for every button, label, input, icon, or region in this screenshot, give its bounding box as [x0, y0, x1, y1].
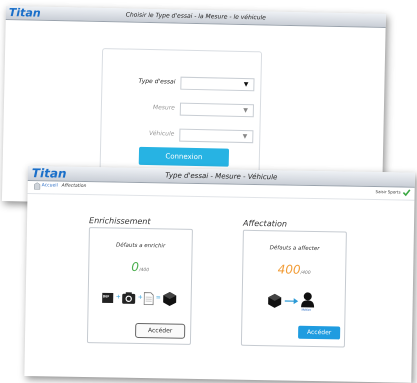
connexion-button[interactable]: Connexion [139, 147, 229, 167]
equals-icon: = [156, 294, 161, 301]
check-icon [403, 189, 411, 197]
login-window-title: Choisir le Type d'essai - la Mesure - le… [66, 7, 326, 25]
cube-icon [163, 291, 177, 306]
app-logo: Titan [9, 6, 41, 20]
enrichissement-subtitle: Défauts a enrichir [90, 242, 192, 250]
user-name: Saisir Sports [375, 187, 400, 197]
affectation-count-value: 400 [278, 262, 301, 276]
breadcrumb-current: Affectation [62, 182, 87, 192]
home-icon[interactable] [34, 182, 41, 190]
cube-icon [268, 293, 282, 308]
affectation-flow: Métier [243, 293, 345, 311]
enrichissement-title: Enrichissement [89, 216, 151, 226]
user-icon [301, 292, 315, 308]
mesure-select[interactable]: ▼ [180, 103, 254, 118]
enrichissement-card: Défauts a enrichir 0/400 DEF + + [87, 227, 193, 345]
affectation-acceder-button[interactable]: Accéder [298, 326, 340, 340]
affectation-subtitle: Défauts a affecter [244, 245, 346, 253]
login-title-bar: Titan Choisir le Type d'essai - la Mesur… [6, 6, 386, 28]
def-box-label: DEF [103, 294, 110, 298]
type-essai-label: Type d'essai [138, 76, 175, 89]
affectation-card: Défauts a affecter 400/400 Métier Accéde… [241, 230, 347, 348]
arrow-right-icon [285, 298, 299, 305]
chevron-down-icon: ▼ [243, 132, 248, 142]
plus-icon: + [138, 294, 143, 301]
breadcrumb-home[interactable]: Accueil [42, 181, 58, 191]
camera-icon [122, 292, 136, 305]
enrichissement-count: 0/400 [89, 255, 191, 276]
enrichissement-count-total: /400 [139, 268, 149, 273]
type-essai-row: Type d'essai ▼ [102, 75, 260, 90]
mesure-label: Mesure [153, 102, 175, 114]
type-essai-select[interactable]: ▼ [180, 77, 254, 92]
main-window: Titan Type d'essai - Mesure - Véhicule A… [24, 166, 415, 383]
mesure-row: Mesure ▼ [102, 101, 260, 116]
enrichissement-acceder-button[interactable]: Accéder [135, 323, 185, 339]
vehicule-select[interactable]: ▼ [179, 129, 253, 144]
login-form: Type d'essai ▼ Mesure ▼ Véhicule ▼ Conne… [99, 48, 262, 180]
enrichissement-flow: DEF + + = [89, 290, 191, 308]
document-icon [144, 292, 154, 305]
affectation-count-total: /400 [301, 271, 311, 276]
vehicule-row: Véhicule ▼ [101, 127, 259, 142]
affectation-title: Affectation [243, 219, 287, 229]
chevron-down-icon: ▼ [243, 106, 248, 116]
user-icon-label: Métier [301, 308, 311, 312]
plus-icon: + [116, 294, 121, 301]
app-logo: Titan [32, 166, 67, 181]
chevron-down-icon: ▼ [244, 80, 249, 90]
vehicule-label: Véhicule [149, 128, 175, 141]
affectation-count: 400/400 [243, 258, 345, 279]
